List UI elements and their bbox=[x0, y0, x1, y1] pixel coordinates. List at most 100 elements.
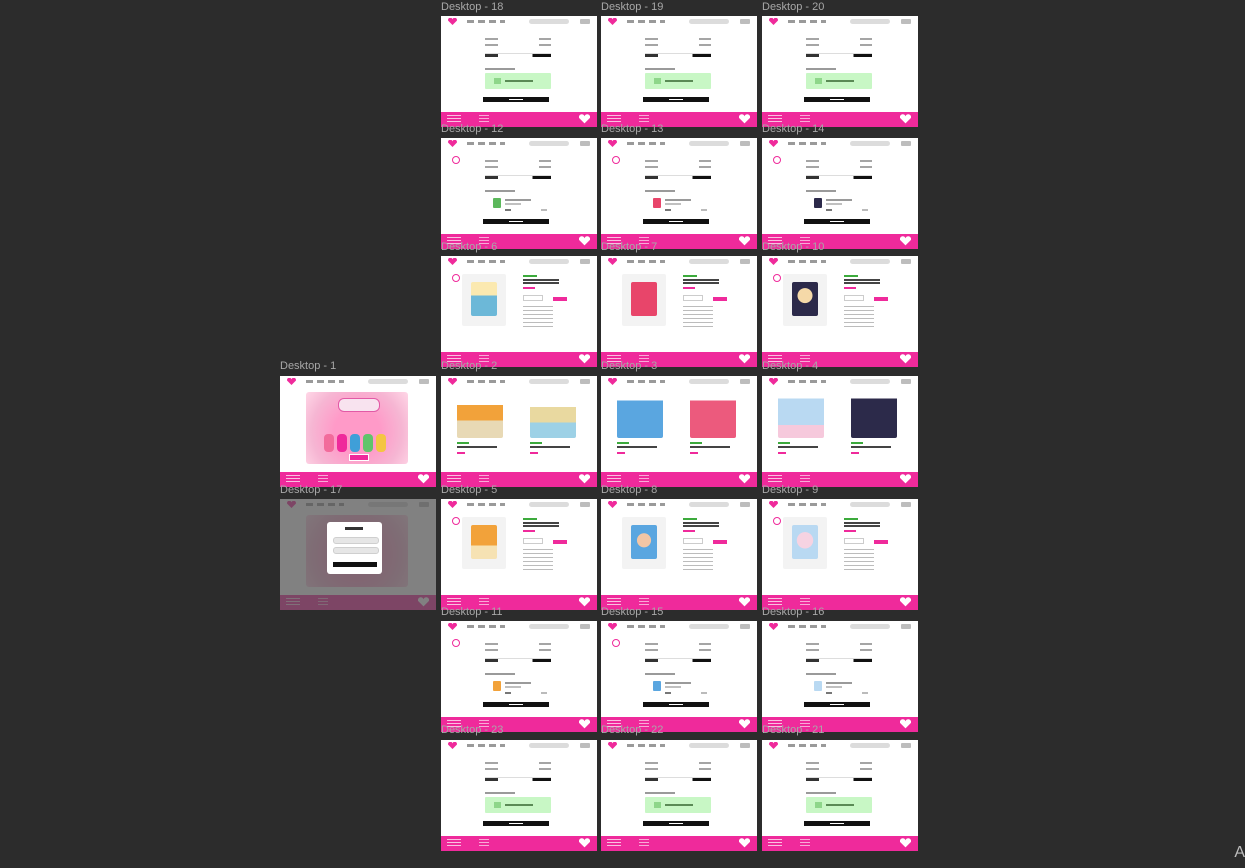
search-input[interactable] bbox=[850, 259, 890, 264]
search-input[interactable] bbox=[689, 502, 729, 507]
search-input[interactable] bbox=[850, 19, 890, 24]
confirm-order-button[interactable] bbox=[643, 219, 709, 224]
search-input[interactable] bbox=[689, 19, 729, 24]
search-input[interactable] bbox=[529, 743, 569, 748]
cart-icon[interactable] bbox=[419, 379, 429, 384]
heart-logo-icon[interactable] bbox=[608, 623, 617, 630]
login-button[interactable] bbox=[333, 562, 377, 567]
frame-label-desktop-18[interactable]: Desktop - 18 bbox=[441, 1, 503, 13]
back-icon[interactable] bbox=[612, 156, 620, 164]
canvas[interactable]: { "canvas": { "background": "#2c2c2c", "… bbox=[0, 0, 1245, 868]
search-input[interactable] bbox=[850, 624, 890, 629]
frame-label-desktop-22[interactable]: Desktop - 22 bbox=[601, 724, 663, 736]
nav-links[interactable] bbox=[627, 380, 665, 383]
heart-logo-icon[interactable] bbox=[769, 501, 778, 508]
cart-item[interactable] bbox=[806, 195, 872, 213]
confirm-order-button[interactable] bbox=[643, 821, 709, 826]
heart-logo-icon[interactable] bbox=[448, 258, 457, 265]
cart-icon[interactable] bbox=[740, 259, 750, 264]
nav-links[interactable] bbox=[627, 20, 665, 23]
frame-desktop-22[interactable] bbox=[601, 740, 757, 851]
product-card[interactable] bbox=[457, 394, 503, 462]
frame-label-desktop-12[interactable]: Desktop - 12 bbox=[441, 123, 503, 135]
qr-payment-box[interactable] bbox=[485, 797, 551, 813]
back-icon[interactable] bbox=[612, 639, 620, 647]
frame-desktop-4[interactable] bbox=[762, 376, 918, 487]
frame-desktop-17[interactable] bbox=[280, 499, 436, 610]
nav-links[interactable] bbox=[467, 380, 505, 383]
product-card[interactable] bbox=[690, 394, 736, 462]
nav-links[interactable] bbox=[467, 142, 505, 145]
confirm-order-button[interactable] bbox=[643, 97, 709, 102]
qr-payment-box[interactable] bbox=[806, 73, 872, 89]
shop-now-button[interactable] bbox=[349, 454, 369, 461]
cart-icon[interactable] bbox=[580, 379, 590, 384]
cart-icon[interactable] bbox=[740, 502, 750, 507]
back-icon[interactable] bbox=[452, 639, 460, 647]
frame-label-desktop-23[interactable]: Desktop - 23 bbox=[441, 724, 503, 736]
nav-links[interactable] bbox=[788, 503, 826, 506]
product-card[interactable] bbox=[851, 394, 897, 462]
cart-icon[interactable] bbox=[740, 743, 750, 748]
frame-label-desktop-1[interactable]: Desktop - 1 bbox=[280, 360, 336, 372]
quantity-stepper[interactable] bbox=[844, 538, 864, 544]
back-icon[interactable] bbox=[773, 274, 781, 282]
heart-logo-icon[interactable] bbox=[608, 258, 617, 265]
cart-item[interactable] bbox=[485, 678, 551, 696]
heart-logo-icon[interactable] bbox=[608, 378, 617, 385]
cart-icon[interactable] bbox=[740, 379, 750, 384]
nav-links[interactable] bbox=[306, 380, 344, 383]
frame-desktop-2[interactable] bbox=[441, 376, 597, 487]
cart-icon[interactable] bbox=[740, 19, 750, 24]
nav-links[interactable] bbox=[467, 744, 505, 747]
add-to-cart-button[interactable] bbox=[874, 540, 888, 544]
heart-logo-icon[interactable] bbox=[769, 742, 778, 749]
search-input[interactable] bbox=[529, 624, 569, 629]
cart-icon[interactable] bbox=[580, 624, 590, 629]
cart-item[interactable] bbox=[645, 678, 711, 696]
cart-icon[interactable] bbox=[740, 624, 750, 629]
product-card[interactable] bbox=[778, 394, 824, 462]
frame-desktop-14[interactable] bbox=[762, 138, 918, 249]
confirm-order-button[interactable] bbox=[804, 821, 870, 826]
nav-links[interactable] bbox=[788, 20, 826, 23]
back-icon[interactable] bbox=[452, 156, 460, 164]
frame-desktop-21[interactable] bbox=[762, 740, 918, 851]
add-to-cart-button[interactable] bbox=[713, 297, 727, 301]
nav-links[interactable] bbox=[467, 20, 505, 23]
search-input[interactable] bbox=[529, 141, 569, 146]
frame-desktop-8[interactable] bbox=[601, 499, 757, 610]
cart-icon[interactable] bbox=[901, 141, 911, 146]
nav-links[interactable] bbox=[467, 625, 505, 628]
heart-logo-icon[interactable] bbox=[769, 378, 778, 385]
frame-desktop-11[interactable] bbox=[441, 621, 597, 732]
search-input[interactable] bbox=[689, 624, 729, 629]
heart-logo-icon[interactable] bbox=[769, 140, 778, 147]
frame-label-desktop-5[interactable]: Desktop - 5 bbox=[441, 484, 497, 496]
cart-icon[interactable] bbox=[580, 19, 590, 24]
nav-links[interactable] bbox=[627, 625, 665, 628]
frame-label-desktop-20[interactable]: Desktop - 20 bbox=[762, 1, 824, 13]
frame-desktop-6[interactable] bbox=[441, 256, 597, 367]
back-icon[interactable] bbox=[452, 517, 460, 525]
nav-links[interactable] bbox=[627, 260, 665, 263]
frame-label-desktop-7[interactable]: Desktop - 7 bbox=[601, 241, 657, 253]
heart-logo-icon[interactable] bbox=[769, 18, 778, 25]
qr-payment-box[interactable] bbox=[806, 797, 872, 813]
frame-label-desktop-14[interactable]: Desktop - 14 bbox=[762, 123, 824, 135]
quantity-stepper[interactable] bbox=[683, 538, 703, 544]
frame-desktop-12[interactable] bbox=[441, 138, 597, 249]
nav-links[interactable] bbox=[788, 260, 826, 263]
heart-logo-icon[interactable] bbox=[769, 623, 778, 630]
frame-label-desktop-9[interactable]: Desktop - 9 bbox=[762, 484, 818, 496]
confirm-order-button[interactable] bbox=[643, 702, 709, 707]
frame-label-desktop-4[interactable]: Desktop - 4 bbox=[762, 360, 818, 372]
frame-label-desktop-13[interactable]: Desktop - 13 bbox=[601, 123, 663, 135]
add-to-cart-button[interactable] bbox=[553, 297, 567, 301]
quantity-stepper[interactable] bbox=[523, 538, 543, 544]
qr-payment-box[interactable] bbox=[485, 73, 551, 89]
add-to-cart-button[interactable] bbox=[553, 540, 567, 544]
confirm-order-button[interactable] bbox=[483, 821, 549, 826]
cart-icon[interactable] bbox=[901, 743, 911, 748]
frame-desktop-10[interactable] bbox=[762, 256, 918, 367]
